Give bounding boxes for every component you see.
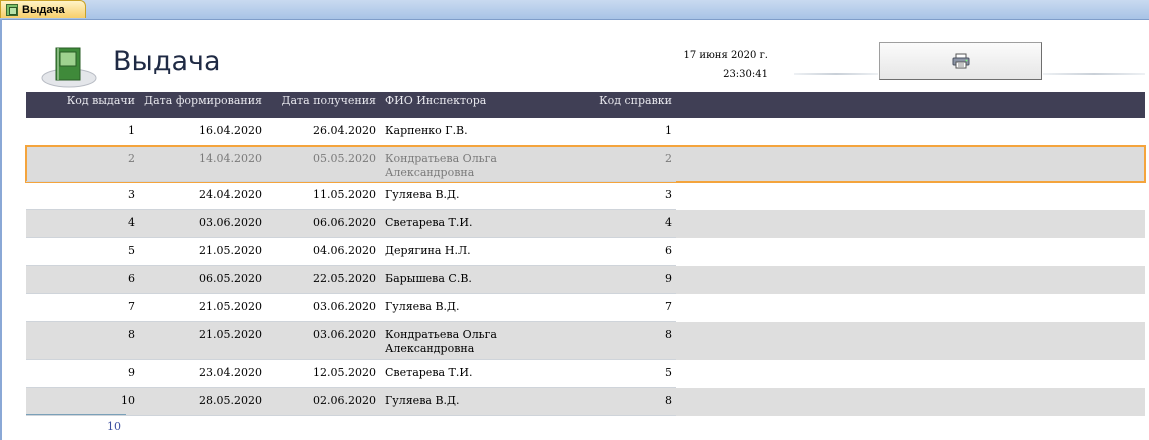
table-row[interactable]: 2 14.04.2020 05.05.2020 Кондратьева Ольга А… [25,145,1146,183]
cell-id: 4 [128,216,135,229]
report-icon [6,3,18,16]
table-row[interactable]: 1 16.04.2020 26.04.2020 Карпенко Г.В. 1 [26,118,1145,146]
report-title: Выдача [113,46,221,77]
table-row[interactable]: 7 21.05.2020 03.06.2020 Гуляева В.Д. 7 [26,294,1145,322]
cell-received-date: 06.06.2020 [313,216,376,229]
cell-id: 7 [128,300,135,313]
report-date: 17 июня 2020 г. [683,50,768,61]
notebook-icon [41,47,97,88]
cell-id: 10 [121,394,135,407]
cell-received-date: 26.04.2020 [313,124,376,137]
cell-inspector: Светарева Т.И. [385,366,473,379]
cell-ref-code: 3 [665,188,672,201]
total-divider [26,414,126,415]
column-header-id: Код выдачи [66,94,135,107]
cell-ref-code: 5 [665,366,672,379]
row-divider [26,415,676,416]
cell-ref-code: 9 [665,272,672,285]
cell-inspector: Гуляева В.Д. [385,300,460,313]
cell-formed-date: 24.04.2020 [199,188,262,201]
column-header-formed: Дата формирования [144,94,262,107]
cell-received-date: 03.06.2020 [313,328,376,341]
cell-id: 5 [128,244,135,257]
cell-inspector: Барышева С.В. [385,272,472,285]
cell-id: 6 [128,272,135,285]
table-row[interactable]: 6 06.05.2020 22.05.2020 Барышева С.В. 9 [26,266,1145,294]
cell-inspector: Кондратьева Ольга Александровна [385,152,497,179]
cell-inspector: Светарева Т.И. [385,216,473,229]
header-divider [794,73,878,75]
column-header-inspector: ФИО Инспектора [385,94,487,107]
window-border [0,19,2,440]
record-count: 10 [107,420,121,433]
cell-formed-date: 21.05.2020 [199,328,262,341]
tab-label: Выдача [22,3,65,16]
cell-inspector: Кондратьева Ольга Александровна [385,328,497,355]
header-divider [1043,73,1145,75]
tab-report[interactable]: Выдача [0,0,86,18]
printer-icon [952,53,969,69]
cell-formed-date: 03.06.2020 [199,216,262,229]
cell-ref-code: 4 [665,216,672,229]
cell-ref-code: 1 [665,124,672,137]
column-header-received: Дата получения [281,94,376,107]
cell-ref-code: 8 [665,328,672,341]
cell-id: 2 [128,152,135,165]
cell-received-date: 12.05.2020 [313,366,376,379]
cell-ref-code: 8 [665,394,672,407]
cell-formed-date: 14.04.2020 [199,152,262,165]
cell-id: 3 [128,188,135,201]
report-time: 23:30:41 [723,69,768,80]
cell-inspector: Дерягина Н.Л. [385,244,471,257]
cell-formed-date: 16.04.2020 [199,124,262,137]
table-row[interactable]: 10 28.05.2020 02.06.2020 Гуляева В.Д. 8 [26,388,1145,416]
table-row[interactable]: 9 23.04.2020 12.05.2020 Светарева Т.И. 5 [26,360,1145,388]
cell-received-date: 03.06.2020 [313,300,376,313]
cell-ref-code: 6 [665,244,672,257]
cell-id: 1 [128,124,135,137]
cell-received-date: 02.06.2020 [313,394,376,407]
cell-received-date: 11.05.2020 [313,188,376,201]
cell-received-date: 22.05.2020 [313,272,376,285]
table-row[interactable]: 4 03.06.2020 06.06.2020 Светарева Т.И. 4 [26,210,1145,238]
cell-formed-date: 21.05.2020 [199,244,262,257]
cell-ref-code: 7 [665,300,672,313]
cell-formed-date: 21.05.2020 [199,300,262,313]
print-button[interactable] [879,42,1042,80]
cell-received-date: 05.05.2020 [313,152,376,165]
column-header-ref: Код справки [599,94,672,107]
document-tab-strip: Выдача [0,0,1149,20]
cell-formed-date: 23.04.2020 [199,366,262,379]
cell-ref-code: 2 [665,152,672,165]
column-header-bar: Код выдачи Дата формирования Дата получе… [26,92,1145,118]
table-row[interactable]: 5 21.05.2020 04.06.2020 Дерягина Н.Л. 6 [26,238,1145,266]
cell-id: 8 [128,328,135,341]
cell-formed-date: 06.05.2020 [199,272,262,285]
table-row[interactable]: 8 21.05.2020 03.06.2020 Кондратьева Ольга А… [26,322,1145,360]
cell-inspector: Гуляева В.Д. [385,188,460,201]
cell-inspector: Карпенко Г.В. [385,124,468,137]
cell-formed-date: 28.05.2020 [199,394,262,407]
cell-received-date: 04.06.2020 [313,244,376,257]
table-row[interactable]: 3 24.04.2020 11.05.2020 Гуляева В.Д. 3 [26,182,1145,210]
cell-id: 9 [128,366,135,379]
cell-inspector: Гуляева В.Д. [385,394,460,407]
